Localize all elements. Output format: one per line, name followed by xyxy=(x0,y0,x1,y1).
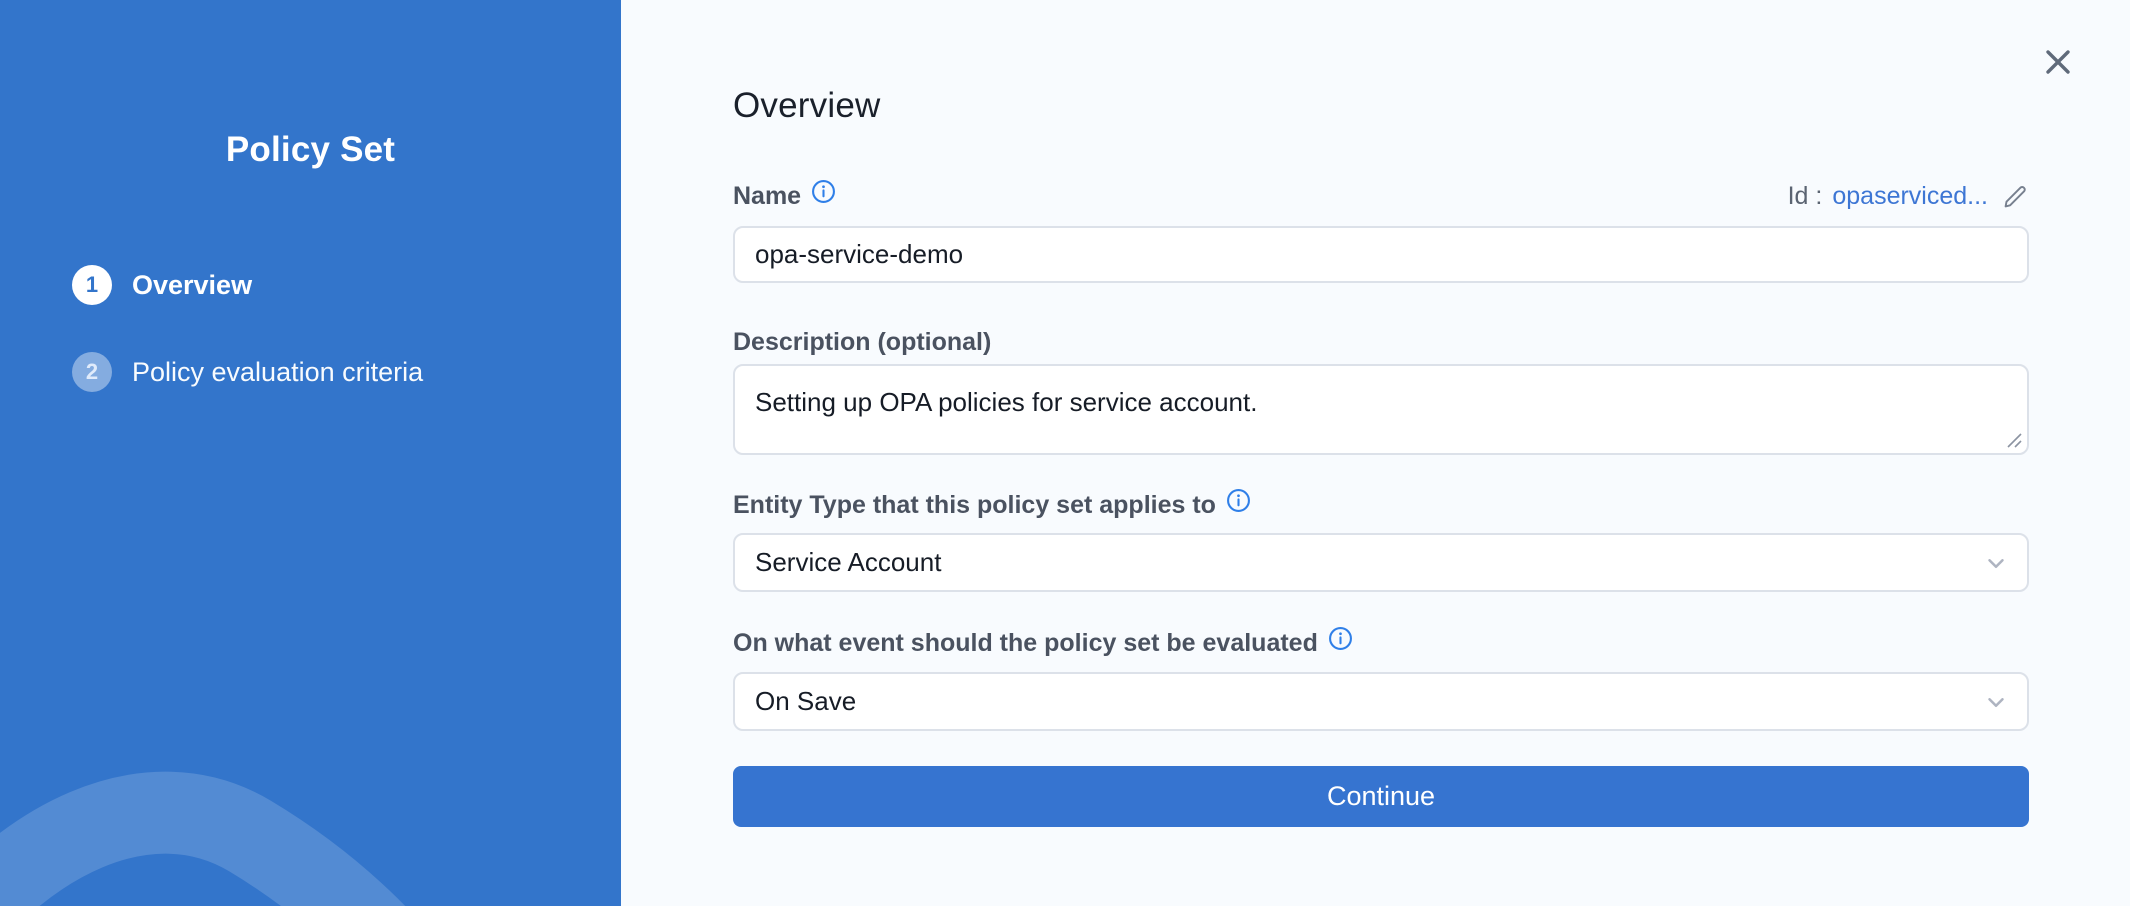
edit-icon xyxy=(2002,183,2029,210)
chevron-down-icon xyxy=(1983,550,2009,576)
wizard-sidebar: Policy Set 1 Overview 2 Policy evaluatio… xyxy=(0,0,621,906)
step-1-badge: 1 xyxy=(72,265,112,305)
step-overview[interactable]: 1 Overview xyxy=(72,265,423,305)
close-button[interactable] xyxy=(2040,44,2076,80)
wave-decoration xyxy=(0,646,621,906)
entity-type-label: Entity Type that this policy set applies… xyxy=(733,490,2029,520)
name-row: Name Id : opaserviced... xyxy=(733,181,2029,211)
description-textarea[interactable]: Setting up OPA policies for service acco… xyxy=(733,364,2029,455)
entity-type-value: Service Account xyxy=(755,547,941,578)
wizard-title: Policy Set xyxy=(0,130,621,170)
name-input[interactable] xyxy=(733,226,2029,283)
policy-set-dialog: Policy Set 1 Overview 2 Policy evaluatio… xyxy=(0,0,2130,906)
step-1-label: Overview xyxy=(132,270,252,301)
evaluation-event-label: On what event should the policy set be e… xyxy=(733,628,2029,658)
info-icon[interactable] xyxy=(811,179,836,204)
step-2-label: Policy evaluation criteria xyxy=(132,357,423,388)
step-2-badge: 2 xyxy=(72,352,112,392)
edit-id-button[interactable] xyxy=(2002,183,2029,210)
info-icon[interactable] xyxy=(1328,626,1353,651)
close-icon xyxy=(2043,47,2073,77)
chevron-down-icon xyxy=(1983,689,2009,715)
entity-type-select[interactable]: Service Account xyxy=(733,533,2029,592)
id-group: Id : opaserviced... xyxy=(1788,182,2029,211)
wizard-steps: 1 Overview 2 Policy evaluation criteria xyxy=(72,265,423,392)
overview-panel: Overview Name Id : opaserviced... xyxy=(621,0,2130,906)
id-label: Id : xyxy=(1788,182,1823,211)
description-label: Description (optional) xyxy=(733,327,2029,357)
step-policy-evaluation-criteria[interactable]: 2 Policy evaluation criteria xyxy=(72,352,423,392)
name-label: Name xyxy=(733,181,836,211)
evaluation-event-select[interactable]: On Save xyxy=(733,672,2029,731)
evaluation-event-value: On Save xyxy=(755,686,856,717)
description-field-wrap: Setting up OPA policies for service acco… xyxy=(733,364,2029,455)
page-title: Overview xyxy=(733,86,880,126)
continue-button[interactable]: Continue xyxy=(733,766,2029,827)
info-icon[interactable] xyxy=(1226,488,1251,513)
id-value-link[interactable]: opaserviced... xyxy=(1832,182,1988,211)
